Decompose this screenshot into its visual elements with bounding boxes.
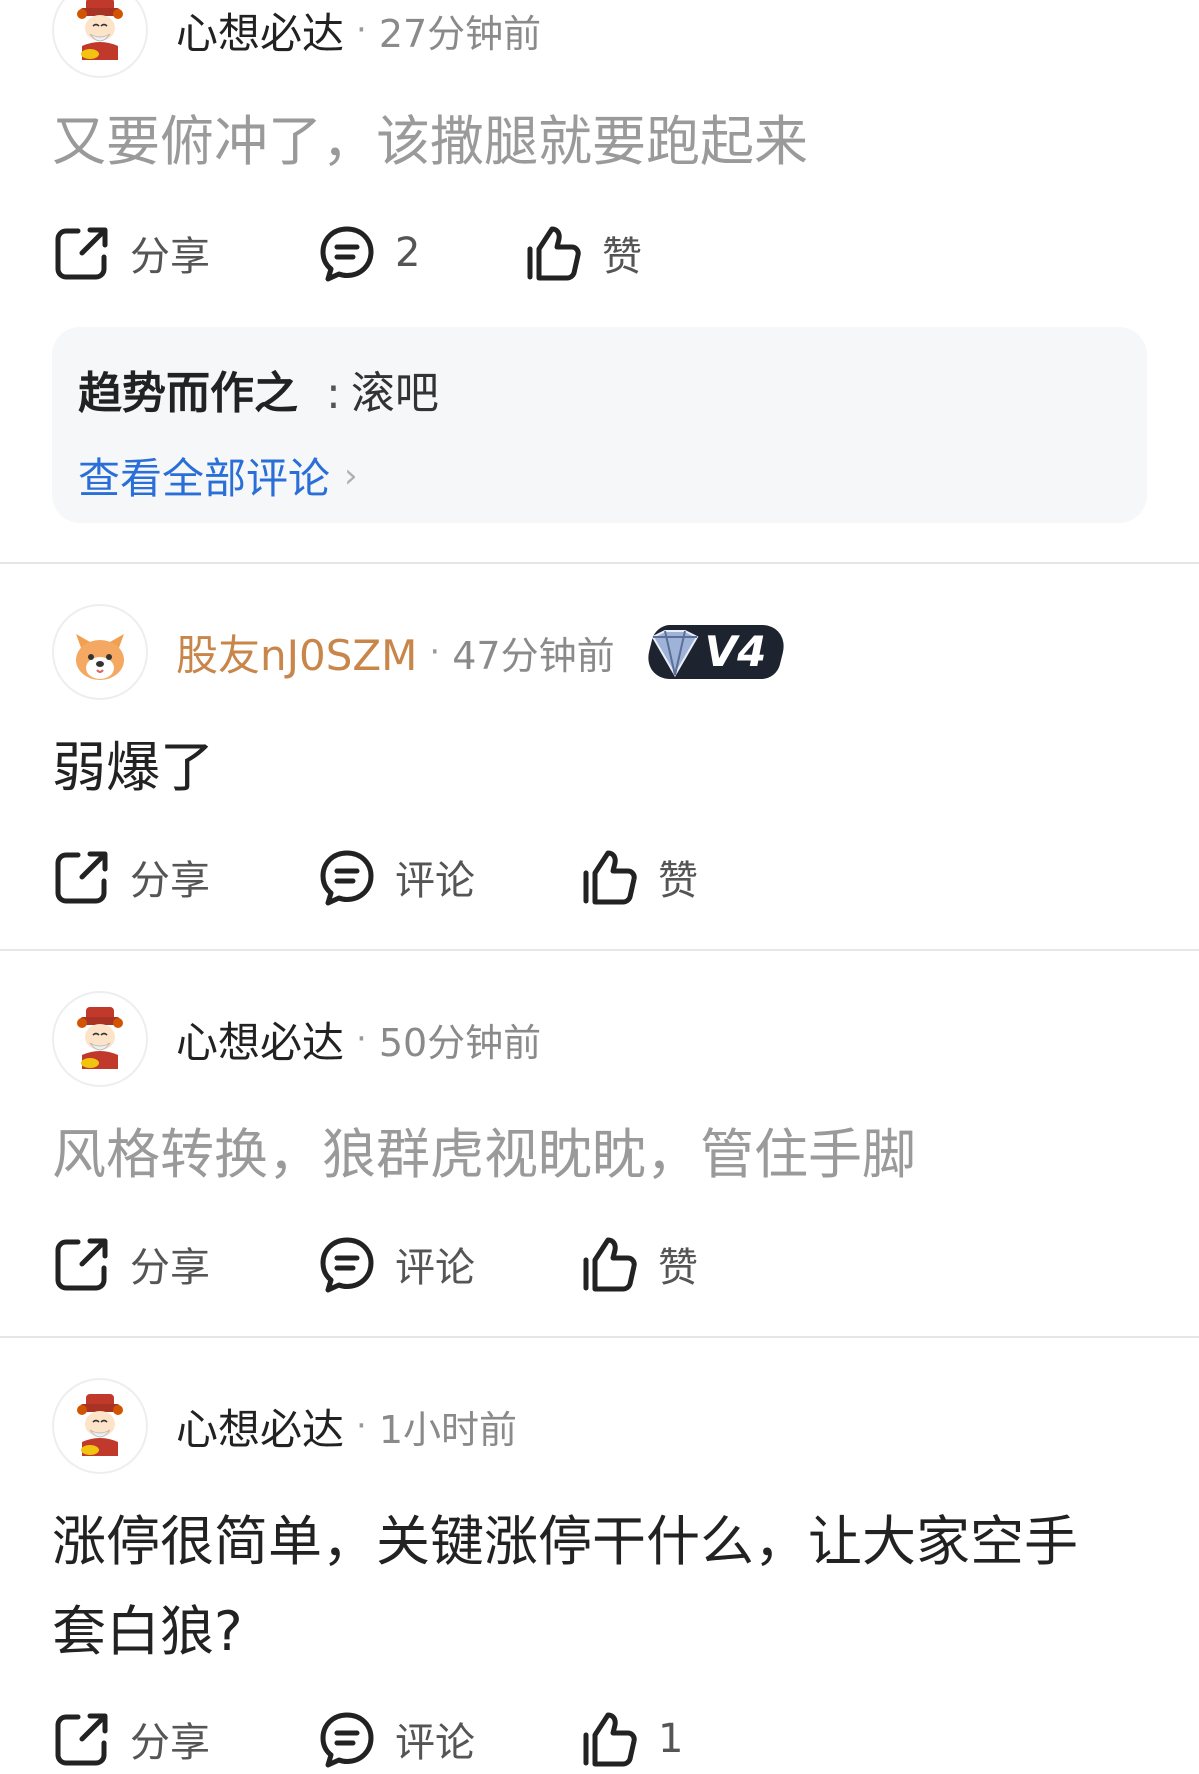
reply-preview[interactable]: 趋势而作之: 滚吧 查看全部评论 › [52, 327, 1147, 523]
separator-dot: · [356, 1406, 367, 1446]
reply-text: 滚吧 [350, 368, 439, 419]
comment-label: 评论 [395, 1720, 475, 1766]
separator-dot: · [356, 10, 367, 50]
reply-username[interactable]: 趋势而作之 [78, 368, 298, 419]
avatar-image [60, 0, 140, 70]
post-divider [0, 949, 1199, 951]
share-button[interactable]: 分享 [52, 1704, 210, 1774]
timestamp: 50分钟前 [378, 1020, 542, 1065]
post-divider [0, 1336, 1199, 1338]
like-button[interactable]: 1 [580, 1704, 683, 1774]
timestamp: 27分钟前 [378, 11, 542, 56]
action-bar: 分享 评论 赞 [52, 1229, 1152, 1299]
comment-button[interactable]: 评论 [317, 842, 475, 912]
comment-button[interactable]: 2 [317, 218, 420, 288]
like-button[interactable]: 赞 [580, 842, 698, 912]
comment-count: 2 [395, 230, 421, 276]
avatar[interactable] [52, 1378, 148, 1474]
view-all-comments-link[interactable]: 查看全部评论 › [78, 445, 358, 506]
post-divider [0, 562, 1199, 564]
comment-icon [317, 1709, 377, 1769]
like-label: 赞 [602, 234, 642, 280]
post-text-line-2[interactable]: 套白狼? [52, 1588, 1147, 1676]
thumbs-up-icon [580, 1234, 640, 1294]
like-label: 赞 [658, 1245, 698, 1291]
reply-separator: : [326, 368, 341, 419]
share-button[interactable]: 分享 [52, 218, 210, 288]
username[interactable]: 心想必达 [176, 0, 344, 61]
avatar-image [60, 1386, 140, 1466]
share-icon [52, 1234, 112, 1294]
chevron-right-icon: › [344, 455, 358, 496]
post-header: 心想必达 · 1小时前 [52, 1376, 517, 1476]
share-button[interactable]: 分享 [52, 842, 210, 912]
comment-label: 评论 [395, 1245, 475, 1291]
avatar[interactable] [52, 0, 148, 78]
share-icon [52, 1709, 112, 1769]
avatar[interactable] [52, 604, 148, 700]
post-header: 心想必达 · 27分钟前 [52, 0, 541, 80]
comment-icon [317, 1234, 377, 1294]
timestamp: 1小时前 [378, 1407, 518, 1452]
avatar[interactable] [52, 991, 148, 1087]
separator-dot: · [429, 632, 441, 672]
diamond-icon [651, 630, 698, 677]
post-header: 心想必达 · 50分钟前 [52, 989, 541, 1089]
thumbs-up-icon [580, 847, 640, 907]
badge-label: V4 [704, 627, 767, 676]
avatar-image [60, 612, 140, 692]
post-text[interactable]: 又要俯冲了，该撒腿就要跑起来 [52, 98, 1147, 186]
username[interactable]: 心想必达 [176, 1396, 344, 1457]
post-text[interactable]: 弱爆了 [52, 724, 1147, 812]
action-bar: 分享 评论 1 [52, 1704, 1152, 1774]
reply-line: 趋势而作之: 滚吧 [78, 357, 439, 421]
share-icon [52, 847, 112, 907]
comment-button[interactable]: 评论 [317, 1704, 475, 1774]
avatar-image [60, 999, 140, 1079]
comment-icon [317, 847, 377, 907]
timestamp: 47分钟前 [452, 633, 615, 678]
comment-icon [317, 223, 377, 283]
like-button[interactable]: 赞 [524, 218, 642, 288]
username[interactable]: 心想必达 [176, 1009, 344, 1070]
comment-button[interactable]: 评论 [317, 1229, 475, 1299]
share-button[interactable]: 分享 [52, 1229, 210, 1299]
comment-label: 评论 [395, 858, 475, 904]
like-button[interactable]: 赞 [580, 1229, 698, 1299]
post-text[interactable]: 风格转换，狼群虎视眈眈，管住手脚 [52, 1111, 1147, 1199]
share-label: 分享 [130, 1245, 210, 1291]
share-icon [52, 223, 112, 283]
share-label: 分享 [130, 858, 210, 904]
username[interactable]: 股友nJ0SZM [176, 622, 417, 683]
view-all-label: 查看全部评论 [78, 454, 331, 503]
post-text-line-1[interactable]: 涨停很简单，关键涨停干什么，让大家空手 [52, 1498, 1147, 1586]
action-bar: 分享 评论 赞 [52, 842, 1152, 912]
separator-dot: · [356, 1019, 367, 1059]
like-label: 赞 [658, 858, 698, 904]
level-badge: V4 [639, 623, 790, 681]
share-label: 分享 [130, 234, 210, 280]
post-header: 股友nJ0SZM · 47分钟前 V4 [52, 602, 790, 702]
thumbs-up-icon [524, 223, 584, 283]
action-bar: 分享 2 赞 [52, 218, 1152, 288]
like-count: 1 [658, 1716, 684, 1762]
thumbs-up-icon [580, 1709, 640, 1769]
share-label: 分享 [130, 1720, 210, 1766]
